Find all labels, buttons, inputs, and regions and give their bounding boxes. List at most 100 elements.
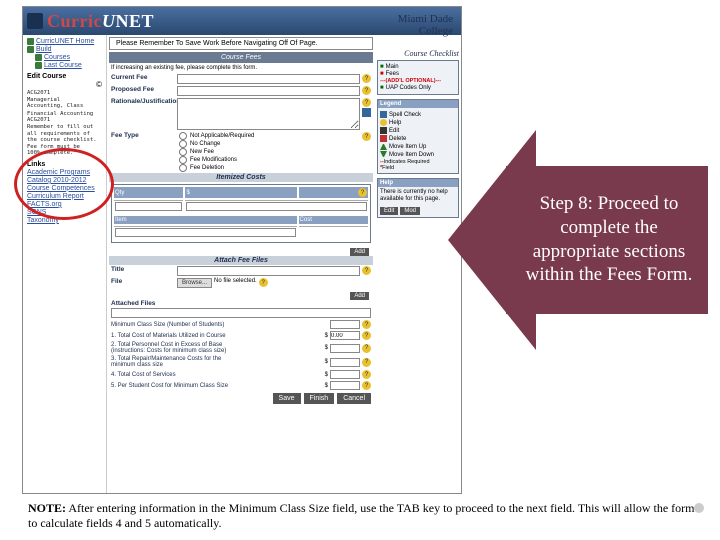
app-header: CurricUNET xyxy=(23,7,461,35)
help-icon[interactable]: ? xyxy=(362,358,371,367)
help-icon[interactable]: ? xyxy=(362,266,371,275)
legend-help: Help xyxy=(380,119,456,126)
title-part-1: Curric xyxy=(47,11,102,31)
link-2[interactable]: Course Competences xyxy=(27,185,102,192)
finish-button[interactable]: Finish xyxy=(304,393,335,404)
legend-spell: Spell Check xyxy=(380,111,456,118)
legend-panel: Legend Spell Check Help Edit Delete Move… xyxy=(377,99,459,174)
cancel-button[interactable]: Cancel xyxy=(337,393,371,404)
rationale-label: Rationale/Justification xyxy=(111,98,175,105)
bar-attach: Attach Fee Files xyxy=(109,256,373,265)
qty-input[interactable] xyxy=(115,202,182,211)
add-button[interactable]: Add xyxy=(350,248,369,256)
courses-icon xyxy=(35,54,42,61)
app-title: CurricUNET xyxy=(47,11,154,32)
course-info-1: ACG2071 Managerial Accounting, Class xyxy=(27,90,102,110)
attached-files-box xyxy=(111,308,371,318)
sidebar-last[interactable]: Last Course xyxy=(27,62,102,69)
help-edit-button[interactable]: Edit xyxy=(380,207,398,215)
help-icon[interactable]: ? xyxy=(362,331,371,340)
proposed-fee-input[interactable] xyxy=(177,86,360,96)
fee-type-label: Fee Type xyxy=(111,132,175,139)
link-4[interactable]: FACTS.org xyxy=(27,201,102,208)
current-fee-label: Current Fee xyxy=(111,74,175,81)
sidebar-courses[interactable]: Courses xyxy=(27,54,102,61)
link-0[interactable]: Academic Programs xyxy=(27,169,102,176)
add-file-button[interactable]: Add xyxy=(350,292,369,300)
num6-input[interactable] xyxy=(330,381,360,390)
link-6[interactable]: Taxonomy xyxy=(27,217,102,224)
help-icon[interactable]: ? xyxy=(362,86,371,95)
form-area: Please Remember To Save Work Before Navi… xyxy=(109,37,373,406)
bar-course-fees: Course Fees xyxy=(109,52,373,63)
num6-label: 5. Per Student Cost for Minimum Class Si… xyxy=(111,383,323,389)
checklist-panel: ■Main ■Fees ---(ADD'L OPTIONAL)--- ■UAP … xyxy=(377,60,459,95)
app-logo xyxy=(27,13,43,29)
num5-label: 4. Total Cost of Services xyxy=(111,372,323,378)
help-icon xyxy=(380,119,387,126)
radio-mods[interactable] xyxy=(179,156,187,164)
link-3[interactable]: Curriculum Report xyxy=(27,193,102,200)
num1-label: Minimum Class Size (Number of Students) xyxy=(111,322,328,328)
legend-delete: Delete xyxy=(380,135,456,142)
item-input[interactable] xyxy=(115,228,296,237)
help-icon[interactable]: ? xyxy=(362,74,371,83)
col-qty: Qty xyxy=(114,187,183,198)
num2-label: 1. Total Cost of Materials Utilized in C… xyxy=(111,333,323,339)
link-1[interactable]: Catalog 2010-2012 xyxy=(27,177,102,184)
sidebar-home[interactable]: CurricUNET Home xyxy=(27,38,102,45)
checklist-fees[interactable]: ■Fees xyxy=(380,71,456,77)
title-part-2: U xyxy=(102,11,116,31)
save-button[interactable]: Save xyxy=(273,393,301,404)
col-item: Item xyxy=(114,216,297,224)
right-panels: Course Checklist ■Main ■Fees ---(ADD'L O… xyxy=(377,49,459,222)
radio-newfee[interactable] xyxy=(179,148,187,156)
moveup-icon xyxy=(380,143,387,150)
help-mod-button[interactable]: Mod xyxy=(400,207,420,215)
legend-edit: Edit xyxy=(380,127,456,134)
link-5[interactable]: SCNS xyxy=(27,209,102,216)
rationale-input[interactable] xyxy=(177,98,360,130)
radio-na[interactable] xyxy=(179,132,187,140)
sidebar-build[interactable]: Build xyxy=(27,46,102,53)
bar-itemized: Itemized Costs xyxy=(109,173,373,182)
num3-input[interactable] xyxy=(330,344,360,353)
spell-icon[interactable] xyxy=(362,108,371,117)
help-icon[interactable]: ? xyxy=(362,132,371,141)
help-icon[interactable]: ? xyxy=(362,370,371,379)
radio-del[interactable] xyxy=(179,164,187,172)
help-icon[interactable]: ? xyxy=(259,278,268,287)
help-text: There is currently no help available for… xyxy=(378,187,458,205)
title-input[interactable] xyxy=(177,266,360,276)
home-icon xyxy=(27,38,34,45)
num1-input[interactable] xyxy=(330,320,360,329)
instructions: If increasing an existing fee, please co… xyxy=(109,63,373,73)
help-icon[interactable]: ? xyxy=(362,344,371,353)
help-icon[interactable]: ? xyxy=(362,381,371,390)
checklist-uap[interactable]: ■UAP Codes Only xyxy=(380,85,456,91)
help-icon[interactable]: ? xyxy=(362,98,371,107)
help-icon[interactable]: ? xyxy=(358,188,367,197)
itemized-table: Qty $ ? Item Cost xyxy=(111,184,371,243)
dollar-input[interactable] xyxy=(186,202,367,211)
reminder-box: Please Remember To Save Work Before Navi… xyxy=(109,37,373,50)
main: Course Checklist ■Main ■Fees ---(ADD'L O… xyxy=(107,35,461,493)
num4-label: 3. Total Repair/Maintenance Costs for th… xyxy=(111,356,323,368)
radio-nochange[interactable] xyxy=(179,140,187,148)
delete-icon xyxy=(380,135,387,142)
title-label: Title xyxy=(111,266,175,273)
help-icon[interactable]: ? xyxy=(362,320,371,329)
movedn-icon xyxy=(380,151,387,158)
num5-input[interactable] xyxy=(330,370,360,379)
num4-input[interactable] xyxy=(330,358,360,367)
sidebar: CurricUNET Home Build Courses Last Cours… xyxy=(23,35,107,493)
current-fee-input[interactable] xyxy=(177,74,360,84)
title-part-3: NET xyxy=(115,11,154,31)
num2-input[interactable] xyxy=(330,331,360,340)
course-info-2: Financial Accounting ACG2071 Remember to… xyxy=(27,111,102,157)
checklist-main[interactable]: ■Main xyxy=(380,64,456,70)
browse-button[interactable]: Browse... xyxy=(177,278,212,288)
build-icon xyxy=(27,46,34,53)
app-window: CurricUNET Miami Dade College CurricUNET… xyxy=(22,6,462,494)
checklist-title: Course Checklist xyxy=(377,49,459,58)
